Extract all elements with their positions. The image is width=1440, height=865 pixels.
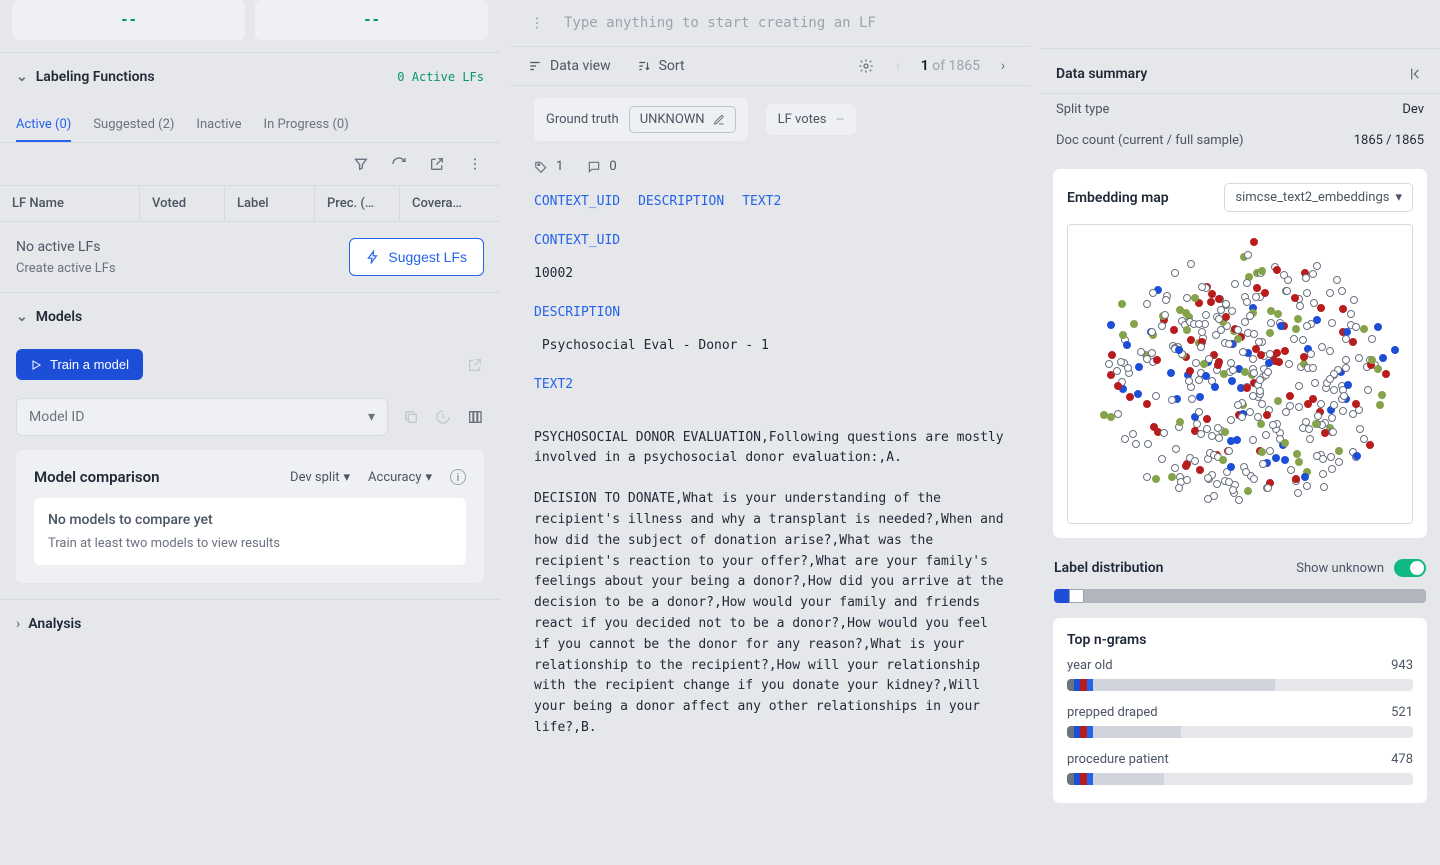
sort-dropdown[interactable]: Sort [637, 58, 685, 74]
split-type-value: Dev [1402, 102, 1424, 117]
copy-icon [402, 408, 420, 426]
split-type-label: Split type [1056, 102, 1109, 117]
analysis-header[interactable]: › Analysis [16, 616, 484, 632]
ngram-count: 521 [1391, 705, 1413, 720]
data-view-dropdown[interactable]: Data view [528, 58, 611, 74]
no-models-title: No models to compare yet [48, 512, 452, 528]
doc-count-value: 1865 / 1865 [1354, 133, 1424, 148]
page-current: 1 [921, 58, 929, 74]
description-label: DESCRIPTION [534, 305, 1006, 320]
ground-truth-value: UNKNOWN [640, 112, 705, 127]
ngram-count: 943 [1391, 658, 1413, 673]
label-distribution-bar[interactable] [1054, 589, 1426, 603]
edit-icon[interactable] [713, 114, 725, 126]
field-context-uid[interactable]: CONTEXT_UID [534, 194, 620, 209]
col-prec[interactable]: Prec. (… [315, 186, 400, 221]
model-comparison-title: Model comparison [34, 468, 159, 486]
page-total: of 1865 [932, 58, 980, 74]
chevron-down-icon: ▾ [368, 409, 375, 425]
tab-suggested[interactable]: Suggested (2) [93, 109, 174, 142]
embedding-select[interactable]: simcse_text2_embeddings ▾ [1224, 183, 1413, 212]
show-unknown-toggle[interactable] [1394, 559, 1426, 577]
more-icon[interactable] [528, 14, 546, 32]
text2-value-p2: DECISION TO DONATE,What is your understa… [534, 489, 1006, 739]
chevron-down-icon: ⌄ [16, 69, 28, 85]
data-summary-title: Data summary [1056, 66, 1147, 82]
embedding-map-title: Embedding map [1067, 190, 1169, 206]
top-ngrams-card: Top n-grams year old 943 prepped draped 521… [1052, 617, 1428, 804]
tab-active[interactable]: Active (0) [16, 109, 71, 142]
chevron-right-icon: › [16, 616, 20, 632]
next-page-icon[interactable]: › [994, 57, 1012, 75]
ngram-item[interactable]: year old 943 [1067, 648, 1413, 695]
metric-2: -- [255, 0, 488, 40]
analysis-title: Analysis [28, 616, 81, 632]
context-uid-label: CONTEXT_UID [534, 233, 1006, 248]
models-section: ⌄ Models [0, 292, 500, 341]
doc-count-label: Doc count (current / full sample) [1056, 133, 1244, 148]
train-model-button[interactable]: Train a model [16, 349, 143, 380]
top-ngrams-title: Top n-grams [1067, 632, 1413, 648]
collapse-icon[interactable] [1406, 65, 1424, 83]
comment-count[interactable]: 0 [587, 159, 616, 174]
labeling-functions-header[interactable]: ⌄ Labeling Functions 0 Active LFs [16, 69, 484, 85]
tab-inactive[interactable]: Inactive [196, 109, 241, 142]
ngram-label: prepped draped [1067, 705, 1158, 720]
lf-table-header: LF Name Voted Label Prec. (… Covera… [0, 186, 500, 221]
create-active-lfs: Create active LFs [16, 261, 116, 276]
field-text2[interactable]: TEXT2 [742, 194, 781, 209]
ngram-item[interactable]: prepped draped 521 [1067, 695, 1413, 742]
lf-tabs: Active (0) Suggested (2) Inactive In Pro… [0, 101, 500, 143]
filter-icon[interactable] [352, 155, 370, 173]
ngram-label: year old [1067, 658, 1113, 673]
models-header[interactable]: ⌄ Models [16, 309, 484, 325]
ngram-item[interactable]: procedure patient 478 [1067, 742, 1413, 789]
suggest-lfs-button[interactable]: Suggest LFs [349, 238, 484, 276]
lf-votes-pill: LF votes -- [766, 104, 856, 135]
prev-page-icon[interactable]: ‹ [889, 57, 907, 75]
lf-creation-input[interactable]: Type anything to start creating an LF [564, 15, 876, 31]
show-unknown-label: Show unknown [1296, 561, 1384, 576]
no-models-sub: Train at least two models to view result… [48, 536, 452, 551]
chevron-down-icon: ▾ [1395, 190, 1402, 205]
external-link-icon[interactable] [428, 155, 446, 173]
tab-in-progress[interactable]: In Progress (0) [264, 109, 349, 142]
tag-icon [434, 408, 452, 426]
embedding-map-card: Embedding map simcse_text2_embeddings ▾ [1052, 168, 1428, 539]
context-uid-value: 10002 [534, 264, 1006, 285]
metric-1: -- [12, 0, 245, 40]
description-value: Psychosocial Eval - Donor - 1 [534, 336, 1006, 357]
ngram-label: procedure patient [1067, 752, 1169, 767]
more-icon[interactable] [466, 155, 484, 173]
field-description[interactable]: DESCRIPTION [638, 194, 724, 209]
col-label[interactable]: Label [225, 186, 315, 221]
labeling-functions-title: Labeling Functions [36, 69, 155, 85]
text2-value-p1: PSYCHOSOCIAL DONOR EVALUATION,Following … [534, 428, 1006, 470]
ngram-count: 478 [1391, 752, 1413, 767]
no-active-lfs: No active LFs [16, 239, 116, 255]
labeling-functions-section: ⌄ Labeling Functions 0 Active LFs [0, 52, 500, 101]
chevron-down-icon: ⌄ [16, 309, 28, 325]
col-lf-name[interactable]: LF Name [0, 186, 140, 221]
split-dropdown[interactable]: Dev split ▾ [290, 470, 350, 485]
label-distribution-title: Label distribution [1054, 560, 1163, 576]
columns-icon[interactable] [466, 408, 484, 426]
model-id-select[interactable]: Model ID ▾ [16, 398, 388, 436]
analysis-section: › Analysis [0, 599, 500, 648]
gear-icon[interactable] [857, 57, 875, 75]
col-coverage[interactable]: Covera… [400, 186, 485, 221]
col-voted[interactable]: Voted [140, 186, 225, 221]
metric-dropdown[interactable]: Accuracy ▾ [368, 470, 432, 485]
text2-label: TEXT2 [534, 377, 1006, 392]
ground-truth-pill[interactable]: Ground truth UNKNOWN [534, 98, 748, 141]
info-icon[interactable]: i [450, 469, 466, 485]
tag-count[interactable]: 1 [534, 159, 563, 174]
models-title: Models [36, 309, 82, 325]
external-link-icon [466, 356, 484, 374]
embedding-scatter[interactable] [1067, 224, 1413, 524]
active-lfs-badge: 0 Active LFs [397, 70, 484, 84]
refresh-icon[interactable] [390, 155, 408, 173]
